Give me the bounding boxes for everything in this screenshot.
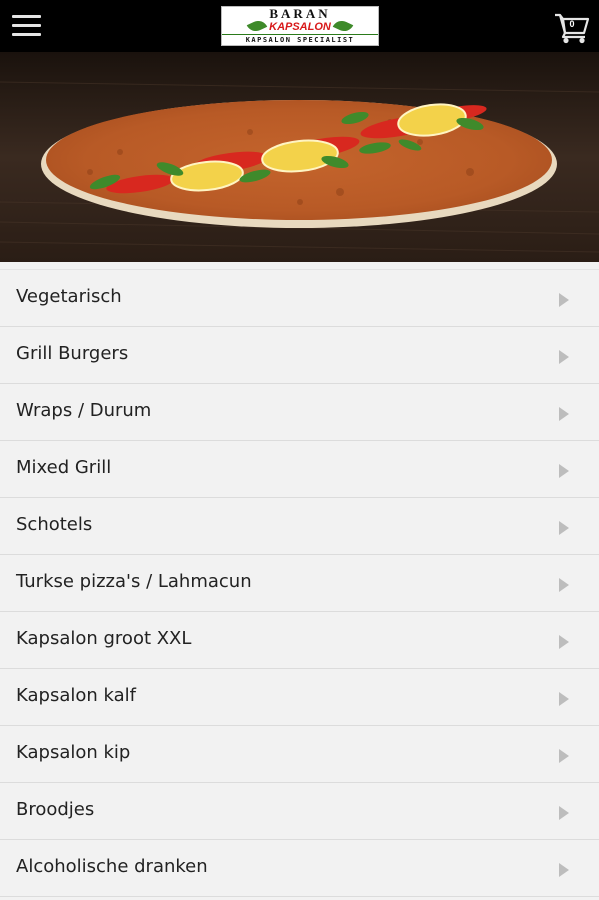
logo-title: BARAN xyxy=(269,6,331,21)
category-label: Grill Burgers xyxy=(16,343,129,364)
category-label: Turkse pizza's / Lahmacun xyxy=(16,571,252,592)
category-item[interactable]: Wraps / Durum xyxy=(0,384,599,441)
chevron-right-icon xyxy=(559,692,569,706)
lahmacun-pizza-photo xyxy=(0,52,599,262)
category-item[interactable]: Kapsalon groot XXL xyxy=(0,612,599,669)
category-item[interactable]: Grill Burgers xyxy=(0,327,599,384)
category-item[interactable]: Kapsalon kalf xyxy=(0,669,599,726)
chevron-right-icon xyxy=(559,578,569,592)
category-label: Schotels xyxy=(16,514,93,535)
chevron-right-icon xyxy=(559,350,569,364)
category-label: Alcoholische dranken xyxy=(16,856,208,877)
category-label: Vegetarisch xyxy=(16,286,122,307)
app-header: BARAN KAPSALON KAPSALON SPECIALIST 0 xyxy=(0,0,599,52)
category-item[interactable]: Kapsalon kip xyxy=(0,726,599,783)
chevron-right-icon xyxy=(559,863,569,877)
category-label: Kapsalon kip xyxy=(16,742,131,763)
category-item[interactable]: Alcoholische dranken xyxy=(0,840,599,897)
shopping-cart-button[interactable]: 0 xyxy=(554,12,590,44)
chevron-right-icon xyxy=(559,521,569,535)
hero-banner xyxy=(0,52,599,262)
logo-tagline: KAPSALON SPECIALIST xyxy=(222,34,378,45)
chevron-right-icon xyxy=(559,407,569,421)
category-item[interactable]: Vegetarisch xyxy=(0,269,599,327)
category-item[interactable]: Schotels xyxy=(0,498,599,555)
category-item[interactable]: Mixed Grill xyxy=(0,441,599,498)
category-item[interactable]: Turkse pizza's / Lahmacun xyxy=(0,555,599,612)
category-label: Wraps / Durum xyxy=(16,400,152,421)
category-label: Kapsalon groot XXL xyxy=(16,628,192,649)
chevron-right-icon xyxy=(559,806,569,820)
chevron-right-icon xyxy=(559,464,569,478)
brand-logo[interactable]: BARAN KAPSALON KAPSALON SPECIALIST xyxy=(221,6,379,46)
cart-count-badge: 0 xyxy=(569,19,575,29)
category-item[interactable]: Broodjes xyxy=(0,783,599,840)
chevron-right-icon xyxy=(559,635,569,649)
category-list: Vegetarisch Grill Burgers Wraps / Durum Mix… xyxy=(0,269,599,897)
category-label: Kapsalon kalf xyxy=(16,685,136,706)
category-label: Mixed Grill xyxy=(16,457,112,478)
chevron-right-icon xyxy=(559,749,569,763)
category-label: Broodjes xyxy=(16,799,95,820)
chevron-right-icon xyxy=(559,293,569,307)
hamburger-menu-icon[interactable] xyxy=(8,8,46,44)
